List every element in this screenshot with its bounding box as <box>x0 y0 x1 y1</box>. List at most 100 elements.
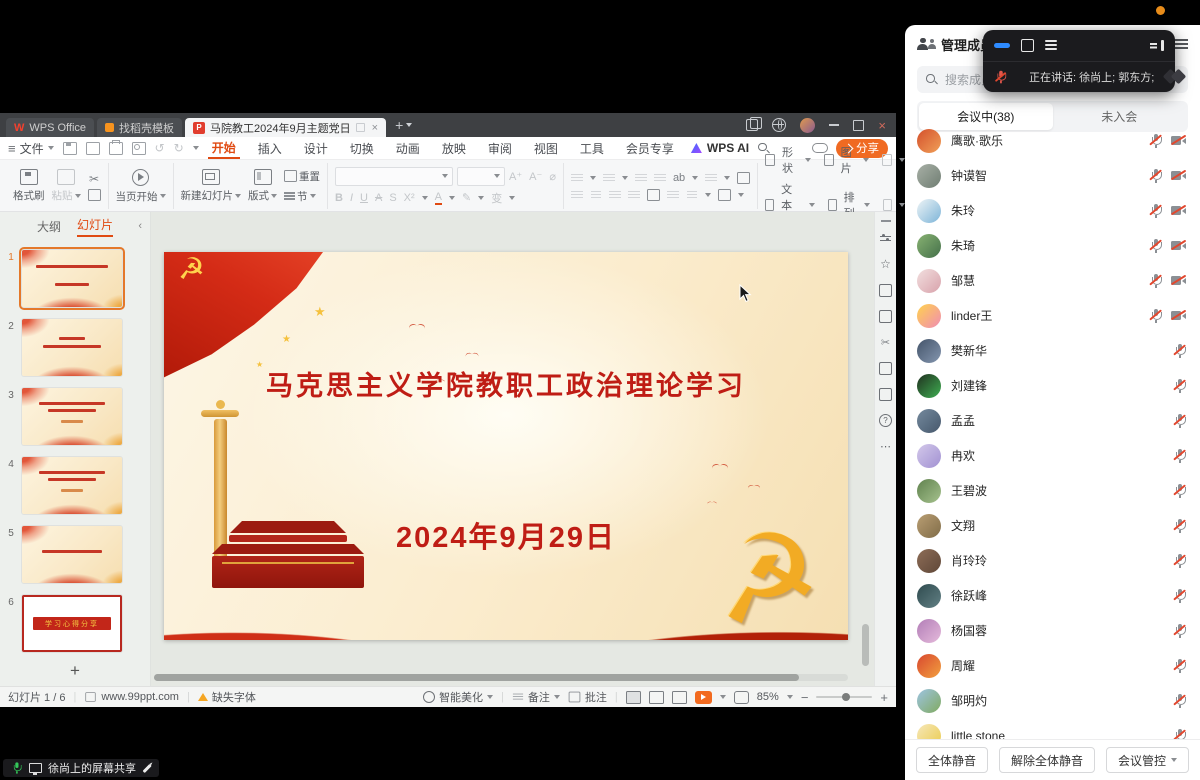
clear-format-icon[interactable]: ⌀ <box>549 170 556 183</box>
member-row[interactable]: 刘建锋 <box>905 368 1200 403</box>
slide-thumbnail[interactable] <box>22 388 122 445</box>
normal-view-icon[interactable] <box>626 691 641 704</box>
minimize-meeting-icon[interactable] <box>994 43 1010 48</box>
font-color-icon[interactable]: A <box>435 191 442 205</box>
mic-muted-icon[interactable] <box>1173 659 1186 673</box>
slide-date[interactable]: 2024年9月29日 <box>164 514 848 556</box>
media-icon[interactable] <box>883 199 892 211</box>
unmute-all-button[interactable]: 解除全体静音 <box>999 747 1095 773</box>
slide-title[interactable]: 马克思主义学院教职工政治理论学习 <box>164 364 848 403</box>
menu-tab-7[interactable]: 视图 <box>530 139 562 158</box>
slide[interactable]: ☭ ★ ★ ★ ☭ 马克思主义学院教职工政治理论学习 2024 <box>164 252 848 640</box>
slide-thumbnail-row[interactable]: 1 <box>0 250 150 307</box>
bold-icon[interactable]: B <box>335 192 343 204</box>
toolbar-chevron-icon[interactable] <box>193 146 199 150</box>
collapse-rail-icon[interactable] <box>881 220 891 222</box>
section-button[interactable]: 节 <box>284 189 316 204</box>
tab-list-chevron-icon[interactable] <box>406 123 412 127</box>
comments-button[interactable]: 批注 <box>568 689 607 705</box>
mic-muted-icon[interactable] <box>1173 344 1186 358</box>
align-left-icon[interactable] <box>571 190 583 200</box>
member-row[interactable]: 徐跃峰 <box>905 578 1200 613</box>
member-row[interactable]: little stone <box>905 718 1200 740</box>
redo-icon[interactable]: ↻ <box>174 141 184 155</box>
mic-muted-icon[interactable] <box>1149 239 1162 253</box>
menu-tab-6[interactable]: 审阅 <box>484 139 516 158</box>
slideshow-button[interactable] <box>695 691 712 704</box>
menu-tab-5[interactable]: 放映 <box>438 139 470 158</box>
member-list[interactable]: 鹰歌·歌乐 钟谟智 朱玲 朱琦 邹慧 <box>905 119 1200 740</box>
member-row[interactable]: 邹明灼 <box>905 683 1200 718</box>
add-slide-button[interactable]: + <box>0 656 150 686</box>
play-from-current-button[interactable]: 当页开始 <box>116 169 166 204</box>
mic-muted-icon[interactable] <box>995 70 1007 83</box>
notes-button[interactable]: 备注 <box>512 689 560 705</box>
justify-icon[interactable] <box>628 190 640 200</box>
save-icon[interactable] <box>63 142 77 155</box>
mic-muted-icon[interactable] <box>1149 169 1162 183</box>
tab-template-store[interactable]: 找稻壳模板 <box>97 118 182 137</box>
decrease-indent-icon[interactable] <box>635 173 647 183</box>
camera-off-icon[interactable] <box>1171 275 1186 286</box>
smartart-icon[interactable] <box>718 189 731 201</box>
chart-icon[interactable] <box>882 154 892 166</box>
tab-wps-office[interactable]: W WPS Office <box>6 118 94 137</box>
camera-off-icon[interactable] <box>1171 135 1186 146</box>
mic-muted-icon[interactable] <box>1173 449 1186 463</box>
menu-tab-1[interactable]: 插入 <box>254 139 286 158</box>
camera-off-icon[interactable] <box>1171 205 1186 216</box>
close-button[interactable]: × <box>878 119 886 132</box>
text-effect-icon[interactable]: 变 <box>491 190 502 206</box>
collapse-panel-icon[interactable]: ‹ <box>138 220 142 232</box>
grow-font-icon[interactable]: A⁺ <box>509 170 522 183</box>
help-icon[interactable]: ? <box>879 414 892 427</box>
align-right-icon[interactable] <box>609 190 621 200</box>
line-spacing-icon[interactable] <box>705 173 717 183</box>
member-row[interactable]: 钟谟智 <box>905 158 1200 193</box>
print-icon[interactable] <box>109 142 123 155</box>
bullets-icon[interactable] <box>571 173 583 183</box>
shapes-button[interactable]: 形状 <box>782 144 798 176</box>
new-tab-button[interactable]: + <box>395 117 403 133</box>
paragraph-settings-icon[interactable] <box>686 190 698 200</box>
mute-all-button[interactable]: 全体静音 <box>916 747 988 773</box>
slide-thumbnail[interactable]: 学习心得分享 <box>22 595 122 652</box>
tab-outline[interactable]: 大纲 <box>37 218 61 235</box>
dock-panel-icon[interactable] <box>1150 40 1164 51</box>
horizontal-scrollbar[interactable] <box>154 674 848 681</box>
missing-font-warning[interactable]: 缺失字体 <box>198 689 256 705</box>
text-direction-icon[interactable] <box>737 172 750 184</box>
copy-icon[interactable] <box>88 189 101 201</box>
member-row[interactable]: 朱玲 <box>905 193 1200 228</box>
layers-icon[interactable] <box>879 284 892 297</box>
mic-muted-icon[interactable] <box>1173 414 1186 428</box>
account-avatar[interactable] <box>800 118 815 133</box>
font-family-select[interactable] <box>335 167 453 186</box>
shadow-icon[interactable]: S <box>389 192 396 204</box>
menu-tab-3[interactable]: 切换 <box>346 139 378 158</box>
animation-pane-icon[interactable] <box>879 388 892 401</box>
member-row[interactable]: 孟孟 <box>905 403 1200 438</box>
screen-share-banner[interactable]: 徐尚上的屏幕共享 <box>3 759 159 777</box>
align-center-icon[interactable] <box>590 190 602 200</box>
design-tools-icon[interactable] <box>879 310 892 323</box>
mic-muted-icon[interactable] <box>1149 134 1162 148</box>
workspace-icon[interactable] <box>746 119 758 131</box>
paste-button[interactable]: 粘贴 <box>52 169 81 203</box>
more-icon[interactable]: ⋯ <box>880 440 891 453</box>
reset-button[interactable]: 重置 <box>284 169 320 184</box>
increase-indent-icon[interactable] <box>654 173 666 183</box>
font-size-select[interactable] <box>457 167 505 186</box>
tab-current-document[interactable]: P 马院教工2024年9月主题党日 × <box>185 118 386 137</box>
restore-button[interactable] <box>853 120 864 131</box>
mic-muted-icon[interactable] <box>1149 309 1162 323</box>
menu-tab-8[interactable]: 工具 <box>576 139 608 158</box>
mic-muted-icon[interactable] <box>1149 204 1162 218</box>
underline-icon[interactable]: U <box>360 192 368 204</box>
tab-slides[interactable]: 幻灯片 <box>77 216 113 237</box>
slide-thumbnail[interactable] <box>22 319 122 376</box>
shrink-font-icon[interactable]: A⁻ <box>529 170 542 183</box>
member-row[interactable]: 鹰歌·歌乐 <box>905 123 1200 158</box>
zoom-out-button[interactable]: − <box>801 690 809 705</box>
layout-button[interactable]: 版式 <box>248 169 277 203</box>
